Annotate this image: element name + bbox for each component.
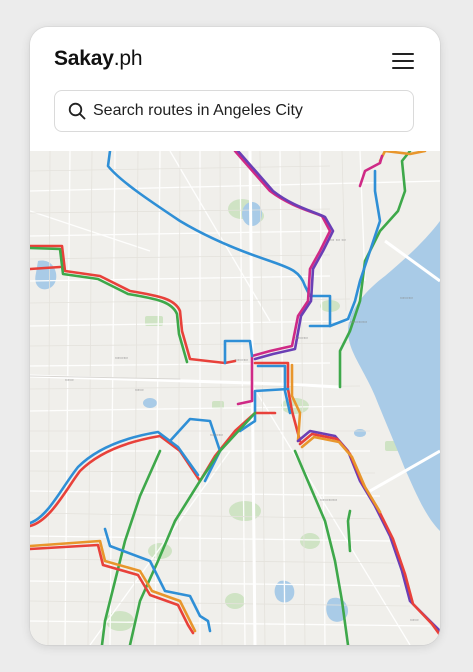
app-logo[interactable]: Sakay.ph (54, 47, 143, 71)
svg-text:▭▭▭: ▭▭▭ (295, 336, 308, 341)
svg-text:▭▭▭▭: ▭▭▭▭ (350, 320, 367, 325)
logo-tld: .ph (113, 47, 143, 70)
svg-text:▭▭▭▭: ▭▭▭▭ (320, 498, 337, 503)
svg-text:▭ ▭ ▭: ▭ ▭ ▭ (330, 238, 346, 243)
svg-text:▭▭▭: ▭▭▭ (400, 296, 413, 301)
route-map[interactable]: ▭ ▭ ▭ ▭▭▭ ▭▭▭▭ ▭▭▭ ▭▭ ▭▭▭ ▭▭▭ ▭▭▭ ▭▭▭▭ ▭… (30, 151, 440, 645)
search-bar[interactable] (54, 90, 414, 132)
svg-text:▭▭▭: ▭▭▭ (235, 358, 248, 363)
search-icon (68, 102, 86, 120)
app-header: Sakay.ph (30, 27, 440, 151)
svg-text:▭▭: ▭▭ (65, 378, 74, 383)
svg-text:▭▭▭: ▭▭▭ (210, 433, 223, 438)
svg-text:▭▭: ▭▭ (410, 618, 419, 623)
hamburger-menu-icon[interactable] (392, 51, 416, 71)
app-frame: Sakay.ph Search routes in Angeles City ▭… (30, 27, 440, 645)
svg-text:▭▭▭: ▭▭▭ (115, 356, 128, 361)
logo-brand: Sakay (54, 47, 114, 70)
map-canvas[interactable]: ▭ ▭ ▭ ▭▭▭ ▭▭▭▭ ▭▭▭ ▭▭ ▭▭▭ ▭▭▭ ▭▭▭ ▭▭▭▭ ▭… (30, 151, 440, 645)
svg-text:▭▭: ▭▭ (135, 388, 144, 393)
search-input[interactable] (93, 91, 403, 131)
